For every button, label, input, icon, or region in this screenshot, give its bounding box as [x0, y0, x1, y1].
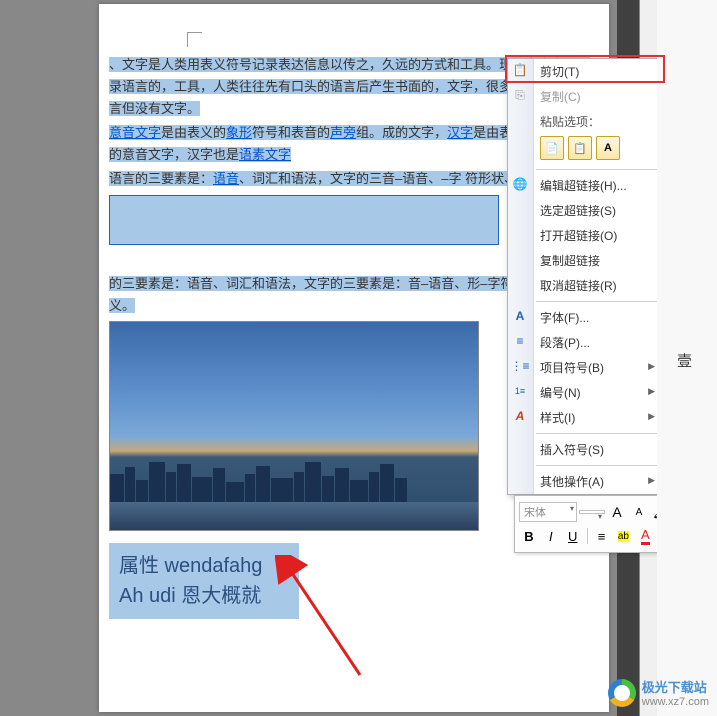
paste-text-only[interactable]: A [596, 136, 620, 160]
submenu-arrow-icon: ▶ [648, 361, 655, 372]
menu-edit-hyperlink[interactable]: 🌐 编辑超链接(H)... [508, 173, 661, 198]
menu-label: 取消超链接(R) [540, 279, 617, 293]
italic-button[interactable]: I [541, 526, 561, 546]
highlight-button[interactable]: ab [614, 526, 634, 546]
menu-label: 项目符号(B) [540, 361, 604, 375]
menu-label: 剪切(T) [540, 65, 579, 79]
menu-label: 字体(F)... [540, 311, 589, 325]
watermark-url: www.xz7.com [642, 696, 709, 708]
watermark-site-name: 极光下载站 [642, 677, 709, 696]
hyperlink[interactable]: 语音 [213, 171, 239, 186]
right-panel: 壹 [657, 0, 717, 716]
textbox-line: Ah udi 恩大概就 [119, 581, 289, 611]
toolbar-separator [587, 528, 588, 544]
clipboard-icon: 📋 [512, 62, 528, 78]
font-color-button[interactable]: A [635, 526, 655, 546]
menu-copy-hyperlink[interactable]: 复制超链接 [508, 248, 661, 273]
paste-keep-formatting[interactable]: 📄 [540, 136, 564, 160]
font-icon: A [512, 308, 528, 324]
menu-open-hyperlink[interactable]: 打开超链接(O) [508, 223, 661, 248]
ruler-corner [187, 32, 207, 52]
underline-button[interactable]: U [563, 526, 583, 546]
hyperlink[interactable]: 意音文字 [109, 125, 161, 140]
embedded-image[interactable] [109, 321, 479, 531]
context-menu: ✂ 剪切(T) ⎘ 复制(C) 📋 粘贴选项： 📄 📋 A 🌐 编辑超链接(H)… [507, 58, 662, 495]
menu-label: 复制超链接 [540, 254, 600, 268]
image-reflection [110, 502, 478, 530]
menu-cut[interactable]: ✂ 剪切(T) [508, 59, 661, 84]
menu-select-hyperlink[interactable]: 选定超链接(S) [508, 198, 661, 223]
hyperlink[interactable]: 语素文字 [239, 147, 291, 162]
watermark: 极光下载站 www.xz7.com [608, 677, 709, 708]
selected-text[interactable]: 语言的三要素是：语音、词汇和语法，文字的三音–语音、–字 符形状、义–意义 [109, 171, 563, 186]
submenu-arrow-icon: ▶ [648, 411, 655, 422]
paragraph-icon: ≡ [512, 333, 528, 349]
menu-separator [536, 169, 657, 170]
menu-label: 编号(N) [540, 386, 581, 400]
paste-merge-formatting[interactable]: 📋 [568, 136, 592, 160]
text-box[interactable]: 属性 wendafahg Ah udi 恩大概就 [109, 543, 299, 619]
menu-label: 编辑超链接(H)... [540, 179, 627, 193]
menu-separator [536, 301, 657, 302]
submenu-arrow-icon: ▶ [648, 475, 655, 486]
menu-label: 样式(I) [540, 411, 575, 425]
bullets-icon: ⋮≡ [512, 358, 528, 374]
textbox-line: 属性 wendafahg [119, 551, 289, 581]
copy-icon: ⎘ [512, 87, 528, 103]
text-frame[interactable] [109, 195, 499, 245]
menu-insert-symbol[interactable]: 插入符号(S) [508, 437, 661, 462]
menu-label: 其他操作(A) [540, 475, 604, 489]
grow-font-button[interactable]: A [607, 502, 627, 522]
menu-styles[interactable]: A 样式(I) ▶ [508, 405, 661, 430]
menu-separator [536, 433, 657, 434]
submenu-arrow-icon: ▶ [648, 386, 655, 397]
font-name-selector[interactable]: 宋体 [519, 502, 577, 522]
menu-bullets[interactable]: ⋮≡ 项目符号(B) ▶ [508, 355, 661, 380]
menu-numbering[interactable]: 1≡ 编号(N) ▶ [508, 380, 661, 405]
menu-label: 段落(P)... [540, 336, 590, 350]
font-size-selector[interactable] [579, 510, 605, 514]
menu-label: 选定超链接(S) [540, 204, 616, 218]
styles-icon: A [512, 408, 528, 424]
panel-text: 壹 [677, 350, 692, 371]
menu-other[interactable]: 其他操作(A) ▶ [508, 469, 661, 494]
align-button[interactable]: ≡ [592, 526, 612, 546]
menu-label: 复制(C) [540, 90, 581, 104]
menu-paragraph[interactable]: ≡ 段落(P)... [508, 330, 661, 355]
globe-icon: 🌐 [512, 176, 528, 192]
hyperlink[interactable]: 声旁 [330, 125, 356, 140]
numbering-icon: 1≡ [512, 383, 528, 399]
menu-label: 插入符号(S) [540, 443, 604, 457]
hyperlink[interactable]: 汉字 [447, 125, 473, 140]
menu-remove-hyperlink[interactable]: 取消超链接(R) [508, 273, 661, 298]
menu-label: 打开超链接(O) [540, 229, 617, 243]
bold-button[interactable]: B [519, 526, 539, 546]
logo-icon [608, 679, 636, 707]
menu-font[interactable]: A 字体(F)... [508, 305, 661, 330]
hyperlink[interactable]: 象形 [226, 125, 252, 140]
menu-separator [536, 465, 657, 466]
image-content [110, 457, 478, 502]
menu-copy[interactable]: ⎘ 复制(C) [508, 84, 661, 109]
shrink-font-button[interactable]: A [629, 502, 649, 522]
